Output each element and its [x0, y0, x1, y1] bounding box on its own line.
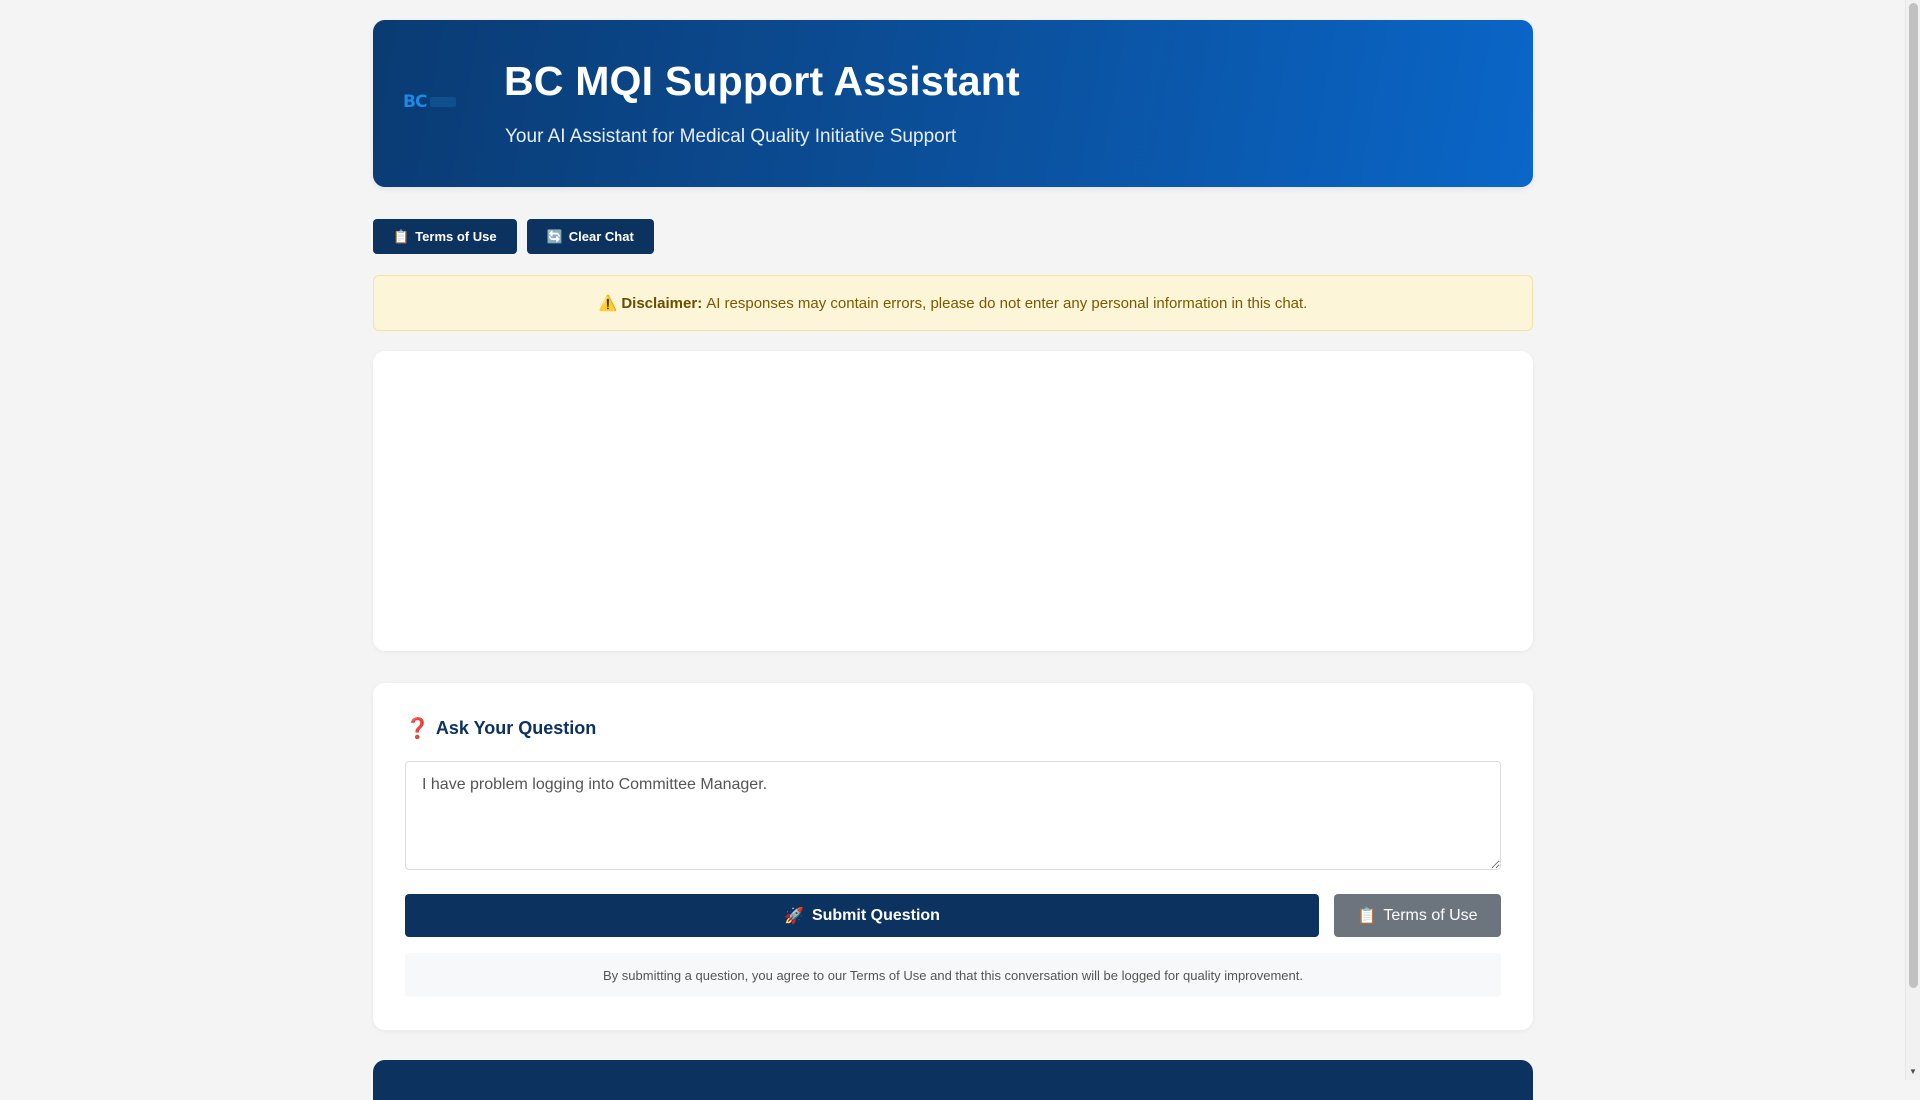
ask-question-card: ❓ Ask Your Question I have problem loggi… [373, 683, 1533, 1030]
footer-bar [373, 1060, 1533, 1100]
page-scrollbar[interactable]: ▼ [1905, 0, 1920, 1080]
rocket-icon: 🚀 [784, 907, 804, 925]
terms-of-use-secondary-button[interactable]: 📋 Terms of Use [1334, 894, 1501, 937]
terms-of-use-secondary-label: Terms of Use [1383, 906, 1478, 924]
disclaimer-text: AI responses may contain errors, please … [706, 294, 1308, 312]
bc-logo: BC [403, 90, 465, 114]
app-container: BC BC MQI Support Assistant Your AI Assi… [373, 20, 1533, 1030]
page-title: BC MQI Support Assistant [504, 58, 1020, 104]
terms-of-use-label: Terms of Use [415, 229, 497, 244]
clipboard-icon: 📋 [393, 228, 410, 244]
logo-text: BC [403, 92, 427, 112]
logging-notice: By submitting a question, you agree to o… [405, 953, 1501, 997]
question-input[interactable]: I have problem logging into Committee Ma… [405, 761, 1501, 870]
ask-question-title: Ask Your Question [435, 718, 597, 738]
scrollbar-thumb[interactable] [1909, 3, 1918, 988]
chat-history [373, 351, 1533, 651]
disclaimer-label: Disclaimer: [621, 294, 703, 312]
ask-question-heading: ❓ Ask Your Question [405, 716, 596, 741]
logo-mark-icon [430, 97, 457, 107]
scroll-down-arrow-icon[interactable]: ▼ [1909, 1067, 1917, 1076]
app-header: BC BC MQI Support Assistant Your AI Assi… [373, 20, 1533, 187]
disclaimer-banner: ⚠️ Disclaimer: AI responses may contain … [373, 275, 1533, 331]
question-mark-icon: ❓ [405, 718, 430, 740]
clipboard-icon: 📋 [1357, 907, 1378, 925]
refresh-icon: 🔄 [546, 228, 563, 244]
clear-chat-button[interactable]: 🔄 Clear Chat [526, 219, 654, 254]
clear-chat-label: Clear Chat [568, 229, 634, 244]
toolbar: 📋 Terms of Use 🔄 Clear Chat [373, 219, 1533, 255]
submit-question-label: Submit Question [811, 906, 940, 924]
warning-icon: ⚠️ [598, 295, 618, 312]
terms-of-use-button[interactable]: 📋 Terms of Use [373, 219, 517, 254]
submit-question-button[interactable]: 🚀 Submit Question [405, 894, 1319, 937]
page-subtitle: Your AI Assistant for Medical Quality In… [505, 126, 957, 147]
